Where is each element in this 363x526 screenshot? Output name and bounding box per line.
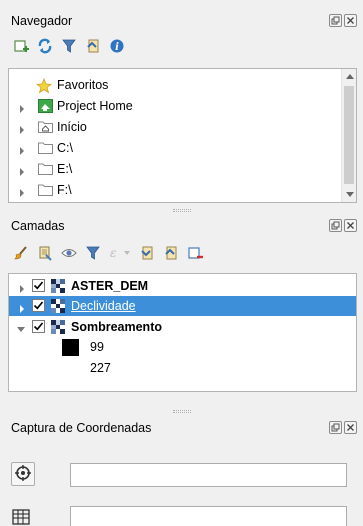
layers-titlebar: Camadas [0,215,363,237]
legend-swatch [62,339,79,356]
splitter-handle[interactable] [173,410,191,413]
list-item[interactable]: E:\ [9,159,356,179]
navigator-scrollbar[interactable] [341,69,356,202]
layers-title: Camadas [11,219,65,233]
svg-text:ε: ε [110,246,116,260]
filter-icon[interactable] [58,35,80,57]
layer-select-icon[interactable] [34,242,56,264]
chevron-right-icon[interactable] [18,165,26,176]
crosshair-button[interactable] [11,462,35,486]
legend-swatch [62,360,79,377]
home-folder-icon [38,120,53,134]
add-layer-icon[interactable] [10,35,32,57]
network-drive-icon [38,199,52,202]
chevron-right-icon[interactable] [18,302,26,313]
list-item[interactable]: Favoritos [9,75,356,95]
star-icon [35,77,53,94]
raster-layer-icon [51,320,65,334]
list-item[interactable] [9,199,356,202]
layer-label: Declividade [71,299,136,313]
splitter-handle[interactable] [173,209,191,212]
chevron-down-icon[interactable] [17,323,25,332]
layer-item[interactable]: Declividade [9,296,356,316]
project-home-icon [38,99,53,113]
list-item-label: Início [57,120,87,134]
close-icon[interactable] [344,14,357,27]
collapse-all-icon[interactable] [82,35,104,57]
undock-icon[interactable] [329,14,342,27]
legend-label: 227 [90,361,111,375]
close-icon[interactable] [344,219,357,232]
expression-filter-icon[interactable]: ε [106,242,134,264]
grid-icon [12,508,30,526]
remove-layer-icon[interactable] [184,242,206,264]
legend-label: 99 [90,340,104,354]
undock-icon[interactable] [329,421,342,434]
layer-visibility-checkbox[interactable] [32,299,45,312]
close-icon[interactable] [344,421,357,434]
layer-label: Sombreamento [71,320,162,334]
legend-item: 227 [9,358,356,378]
collapse-all-icon[interactable] [160,242,182,264]
expand-all-icon[interactable] [136,242,158,264]
navigator-tree: Favoritos Project Home Início C:\ E:\ F:… [8,68,357,203]
scroll-down-icon[interactable] [342,187,356,202]
scroll-thumb[interactable] [344,86,354,184]
raster-layer-icon [51,299,65,313]
list-item[interactable]: Início [9,117,356,137]
raster-layer-icon [51,279,65,293]
list-item-label: E:\ [57,162,73,176]
info-icon[interactable]: i [106,35,128,57]
filter-icon[interactable] [82,242,104,264]
undock-icon[interactable] [329,219,342,232]
coords-title: Captura de Coordenadas [11,421,152,435]
scroll-up-icon[interactable] [342,69,356,84]
list-item[interactable]: Project Home [9,96,356,116]
layers-toolbar: ε [10,240,208,266]
navigator-toolbar: i [10,33,130,59]
layer-label: ASTER_DEM [71,279,149,293]
chevron-right-icon[interactable] [18,144,26,155]
grid-button[interactable] [9,506,33,526]
layer-item[interactable]: ASTER_DEM [9,276,356,296]
coords-titlebar: Captura de Coordenadas [0,417,363,439]
chevron-right-icon[interactable] [18,186,26,197]
folder-icon [38,183,53,197]
navigator-titlebar: Navegador [0,10,363,32]
folder-icon [38,162,53,176]
layer-visibility-checkbox[interactable] [32,320,45,333]
refresh-icon[interactable] [34,35,56,57]
style-brush-icon[interactable] [10,242,32,264]
list-item-label: C:\ [57,141,73,155]
chevron-right-icon[interactable] [18,282,26,293]
list-item-label: Favoritos [57,78,109,92]
list-item-label: Project Home [57,99,133,113]
coordinate-field[interactable] [70,463,347,487]
list-item[interactable]: C:\ [9,138,356,158]
legend-item: 99 [9,337,356,357]
layer-item[interactable]: Sombreamento [9,317,356,337]
navigator-title: Navegador [11,14,73,28]
list-item[interactable]: F:\ [9,180,356,200]
coordinate-field-2[interactable] [70,506,347,526]
svg-text:i: i [115,42,119,53]
folder-icon [38,141,53,155]
layers-tree: ASTER_DEM Declividade Sombreamento 99 22… [8,273,357,392]
layer-visibility-checkbox[interactable] [32,279,45,292]
list-item-label: F:\ [57,183,72,197]
crosshair-icon [15,464,31,484]
chevron-right-icon[interactable] [18,102,26,113]
chevron-right-icon[interactable] [18,123,26,134]
visibility-eye-icon[interactable] [58,242,80,264]
